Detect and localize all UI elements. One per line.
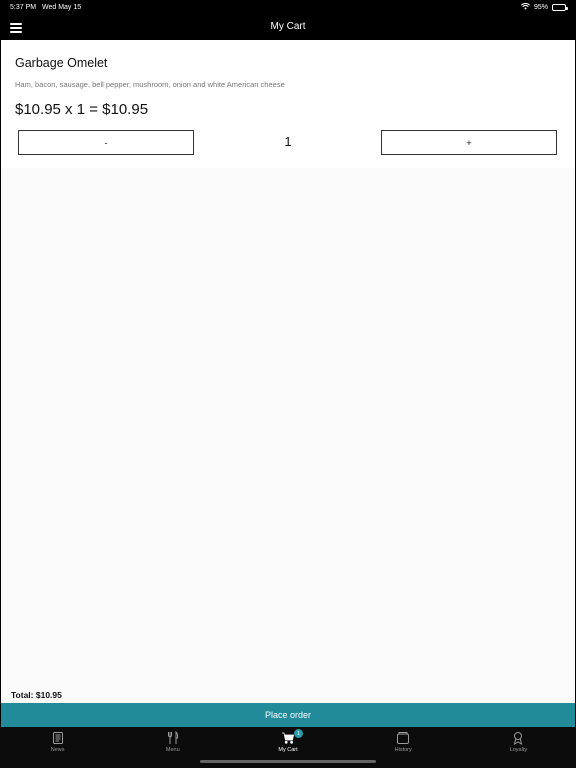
page-title: My Cart bbox=[270, 21, 306, 32]
decrease-quantity-button[interactable]: - bbox=[18, 130, 194, 155]
cart-icon bbox=[282, 732, 294, 744]
battery-percent: 95% bbox=[533, 4, 548, 11]
history-icon bbox=[397, 732, 410, 744]
tab-label: History bbox=[394, 747, 412, 753]
tab-label: Loyalty bbox=[509, 747, 528, 753]
tab-news[interactable]: News bbox=[0, 727, 115, 768]
item-price-line: $10.95 x 1 = $10.95 bbox=[15, 101, 149, 118]
cart-item: Garbage Omelet Ham, bacon, sausage, bell… bbox=[1, 40, 575, 168]
tab-loyalty[interactable]: Loyalty bbox=[461, 727, 576, 768]
tab-label: Menu bbox=[165, 747, 180, 753]
status-bar: 5:37 PM Wed May 15 95% bbox=[0, 0, 576, 16]
award-icon bbox=[514, 732, 523, 745]
wifi-icon bbox=[521, 2, 530, 12]
quantity-value: 1 bbox=[284, 134, 292, 149]
cart-content: Garbage Omelet Ham, bacon, sausage, bell… bbox=[1, 40, 575, 703]
item-description: Ham, bacon, sausage, bell pepper, mushro… bbox=[15, 80, 285, 89]
nav-bar: My Cart bbox=[0, 16, 576, 40]
status-date: Wed May 15 bbox=[42, 4, 82, 11]
home-indicator[interactable] bbox=[200, 760, 376, 763]
fork-knife-icon bbox=[167, 731, 178, 744]
app-screen: 5:37 PM Wed May 15 95% My Cart Garbage O… bbox=[0, 0, 576, 768]
status-time: 5:37 PM bbox=[10, 4, 37, 11]
place-order-button[interactable]: Place order bbox=[1, 703, 575, 727]
tab-label: News bbox=[50, 747, 65, 753]
battery-icon bbox=[552, 4, 568, 11]
tab-label: My Cart bbox=[278, 747, 298, 753]
item-name: Garbage Omelet bbox=[15, 56, 108, 70]
cart-total: Total: $10.95 bbox=[11, 690, 62, 700]
status-right: 95% bbox=[521, 2, 568, 12]
increase-quantity-button[interactable]: + bbox=[381, 130, 557, 155]
news-icon bbox=[52, 732, 63, 744]
cart-badge: 1 bbox=[294, 729, 303, 738]
